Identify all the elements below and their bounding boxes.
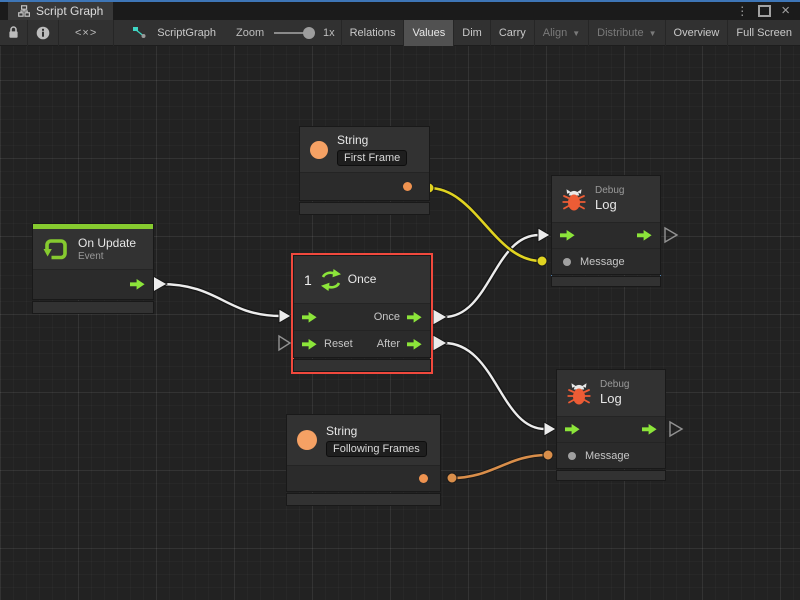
hierarchy-icon bbox=[18, 5, 30, 17]
node-string-following[interactable]: String Following Frames bbox=[287, 415, 440, 505]
port-label-message: Message bbox=[585, 450, 630, 462]
node-on-update[interactable]: On Update Event bbox=[33, 224, 153, 313]
node-title: Log bbox=[600, 391, 629, 407]
flow-output-port[interactable] bbox=[637, 230, 652, 241]
string-output-port[interactable] bbox=[419, 474, 428, 483]
graph-canvas[interactable]: String First Frame On Update Event bbox=[0, 46, 800, 600]
wire-once-to-debuglog-bottom[interactable] bbox=[433, 335, 556, 436]
flow-input-port[interactable] bbox=[302, 312, 317, 323]
debuglog-top-out-triangle[interactable] bbox=[665, 228, 677, 242]
distribute-button-label: Distribute bbox=[597, 27, 643, 39]
carry-button[interactable]: Carry bbox=[491, 20, 534, 46]
port-label-reset: Reset bbox=[324, 338, 353, 350]
window-titlebar: Script Graph ⋮ × bbox=[0, 0, 800, 20]
cycle-arrows-icon bbox=[320, 268, 342, 292]
bug-icon bbox=[567, 380, 591, 406]
graph-name-label: ScriptGraph bbox=[157, 27, 216, 39]
node-category: Debug bbox=[595, 185, 624, 197]
node-string-first[interactable]: String First Frame bbox=[300, 127, 429, 214]
string-output-port[interactable] bbox=[403, 182, 412, 191]
wire-once-to-debuglog-top[interactable] bbox=[433, 228, 550, 325]
distribute-button[interactable]: Distribute ▼ bbox=[589, 20, 664, 46]
toolbar-divider bbox=[113, 20, 114, 46]
flow-input-port[interactable] bbox=[560, 230, 575, 241]
maximize-icon[interactable] bbox=[758, 5, 771, 17]
node-title: String bbox=[337, 133, 407, 148]
align-button-label: Align bbox=[543, 27, 567, 39]
reset-port-triangle[interactable] bbox=[279, 336, 290, 350]
node-footer bbox=[33, 302, 153, 313]
zoom-slider[interactable] bbox=[274, 32, 313, 34]
node-footer bbox=[287, 494, 440, 505]
message-input-port[interactable] bbox=[568, 452, 576, 460]
flow-input-port[interactable] bbox=[565, 424, 580, 435]
port-label-message: Message bbox=[580, 256, 625, 268]
dim-button[interactable]: Dim bbox=[454, 20, 490, 46]
node-once[interactable]: 1 Once Once Reset After bbox=[291, 253, 433, 374]
message-input-port[interactable] bbox=[563, 258, 571, 266]
node-footer bbox=[557, 471, 665, 480]
node-footer bbox=[552, 277, 660, 286]
wire-onupdate-to-once[interactable] bbox=[153, 276, 291, 323]
values-button[interactable]: Values bbox=[404, 20, 453, 46]
node-category: Debug bbox=[600, 379, 629, 391]
once-count-badge: 1 bbox=[304, 272, 312, 288]
chevron-down-icon: ▼ bbox=[649, 29, 657, 38]
relations-button[interactable]: Relations bbox=[342, 20, 404, 46]
node-title: Once bbox=[348, 272, 377, 287]
port-label-once: Once bbox=[374, 311, 400, 323]
flow-output-port-once[interactable] bbox=[407, 312, 422, 323]
node-title: String bbox=[326, 424, 427, 439]
window-menu-icon[interactable]: ⋮ bbox=[736, 5, 748, 17]
align-button[interactable]: Align ▼ bbox=[535, 20, 588, 46]
node-footer bbox=[300, 203, 429, 214]
node-footer bbox=[294, 360, 430, 371]
window-controls: ⋮ × bbox=[736, 3, 800, 20]
tab-title: Script Graph bbox=[36, 4, 103, 18]
bug-icon bbox=[562, 186, 586, 212]
zoom-slider-handle[interactable] bbox=[303, 27, 315, 39]
port-label-after: After bbox=[377, 338, 400, 350]
flow-output-port-after[interactable] bbox=[407, 339, 422, 350]
overview-button[interactable]: Overview bbox=[666, 20, 728, 46]
string-icon bbox=[297, 430, 317, 450]
lock-icon[interactable] bbox=[0, 20, 27, 46]
string-value-field[interactable]: Following Frames bbox=[326, 441, 427, 457]
code-toggle-icon[interactable]: <×> bbox=[59, 20, 113, 46]
tab-script-graph[interactable]: Script Graph bbox=[8, 2, 113, 20]
node-title: On Update bbox=[78, 236, 136, 251]
close-icon[interactable]: × bbox=[781, 3, 790, 18]
graph-toolbar: <×> ScriptGraph Zoom 1x Relations Values… bbox=[0, 20, 800, 46]
full-screen-button[interactable]: Full Screen bbox=[728, 20, 800, 46]
node-debug-log-bottom[interactable]: Debug Log Message bbox=[557, 370, 665, 480]
debuglog-bottom-out-triangle[interactable] bbox=[670, 422, 682, 436]
zoom-label: Zoom bbox=[236, 27, 264, 39]
flow-input-port-reset[interactable] bbox=[302, 339, 317, 350]
info-icon[interactable] bbox=[28, 20, 58, 46]
string-value-field[interactable]: First Frame bbox=[337, 150, 407, 166]
script-graph-icon bbox=[128, 20, 151, 46]
node-title: Log bbox=[595, 197, 624, 213]
loop-arrow-icon bbox=[43, 236, 69, 262]
node-debug-log-top[interactable]: Debug Log Message bbox=[551, 175, 661, 287]
node-subtitle: Event bbox=[78, 251, 136, 263]
zoom-value: 1x bbox=[323, 27, 335, 39]
flow-output-port[interactable] bbox=[642, 424, 657, 435]
wire-string-following-to-message[interactable] bbox=[447, 450, 553, 483]
wire-string-first-to-message[interactable] bbox=[424, 183, 547, 266]
chevron-down-icon: ▼ bbox=[572, 29, 580, 38]
string-icon bbox=[310, 141, 328, 159]
flow-output-port[interactable] bbox=[130, 279, 145, 290]
